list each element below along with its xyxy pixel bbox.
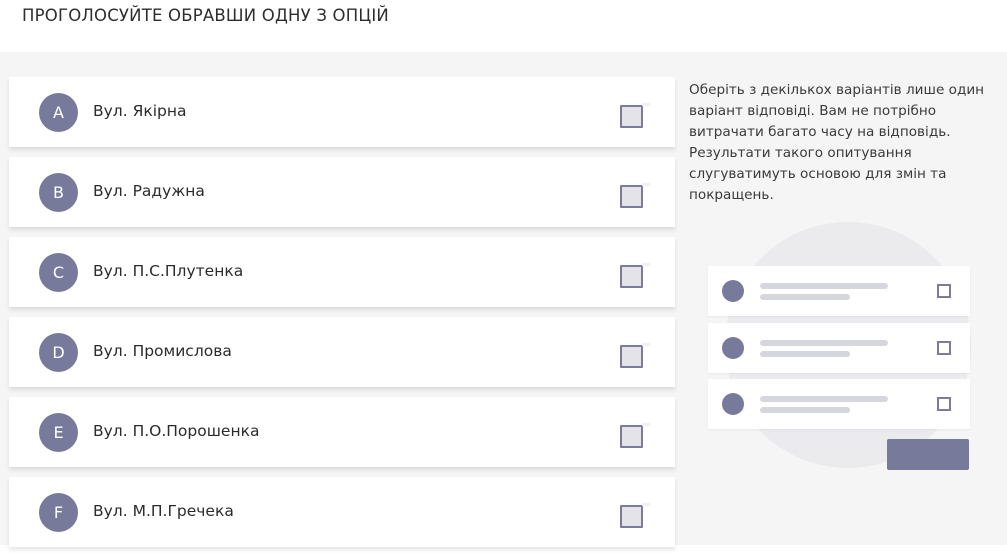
options-list: A Вул. Якірна B Вул. Радужна C Вул. П.С.… <box>9 77 675 557</box>
option-letter-badge: F <box>39 493 78 532</box>
option-label: Вул. П.С.Плутенка <box>93 262 244 280</box>
instructions-text: Оберіть з декількох варіантів лише один … <box>689 82 985 203</box>
illustration-line <box>760 407 850 413</box>
option-a[interactable]: A Вул. Якірна <box>9 77 675 147</box>
illustration-button <box>887 439 969 470</box>
option-letter-badge: A <box>39 93 78 132</box>
page-title: ПРОГОЛОСУЙТЕ ОБРАВШИ ОДНУ З ОПЦІЙ <box>22 6 389 25</box>
illustration-line <box>760 351 850 357</box>
poll-area: A Вул. Якірна B Вул. Радужна C Вул. П.С.… <box>0 52 1007 547</box>
illustration-line <box>760 283 888 289</box>
poll-illustration <box>700 222 1000 482</box>
option-f[interactable]: F Вул. М.П.Гречека <box>9 477 675 547</box>
option-checkbox[interactable] <box>620 343 650 368</box>
option-d[interactable]: D Вул. Промислова <box>9 317 675 387</box>
option-letter-badge: D <box>39 333 78 372</box>
option-checkbox[interactable] <box>620 183 650 208</box>
option-letter-badge: E <box>39 413 78 452</box>
illustration-dot <box>722 337 744 359</box>
option-e[interactable]: E Вул. П.О.Порошенка <box>9 397 675 467</box>
illustration-card <box>708 323 970 373</box>
illustration-checkbox-icon <box>937 341 951 355</box>
illustration-checkbox-icon <box>937 397 951 411</box>
option-c[interactable]: C Вул. П.С.Плутенка <box>9 237 675 307</box>
illustration-line <box>760 396 888 402</box>
option-checkbox[interactable] <box>620 503 650 528</box>
illustration-line <box>760 294 850 300</box>
option-checkbox[interactable] <box>620 263 650 288</box>
illustration-checkbox-icon <box>937 284 951 298</box>
illustration-card <box>708 266 970 316</box>
option-checkbox[interactable] <box>620 103 650 128</box>
option-checkbox[interactable] <box>620 423 650 448</box>
option-label: Вул. Якірна <box>93 102 187 120</box>
option-label: Вул. П.О.Порошенка <box>93 422 260 440</box>
illustration-line <box>760 340 888 346</box>
illustration-card <box>708 379 970 429</box>
option-letter-badge: C <box>39 253 78 292</box>
page-header: ПРОГОЛОСУЙТЕ ОБРАВШИ ОДНУ З ОПЦІЙ <box>0 0 1007 52</box>
illustration-dot <box>722 280 744 302</box>
option-label: Вул. М.П.Гречека <box>93 502 234 520</box>
option-b[interactable]: B Вул. Радужна <box>9 157 675 227</box>
option-label: Вул. Радужна <box>93 182 205 200</box>
option-label: Вул. Промислова <box>93 342 232 360</box>
illustration-dot <box>722 393 744 415</box>
option-letter-badge: B <box>39 173 78 212</box>
